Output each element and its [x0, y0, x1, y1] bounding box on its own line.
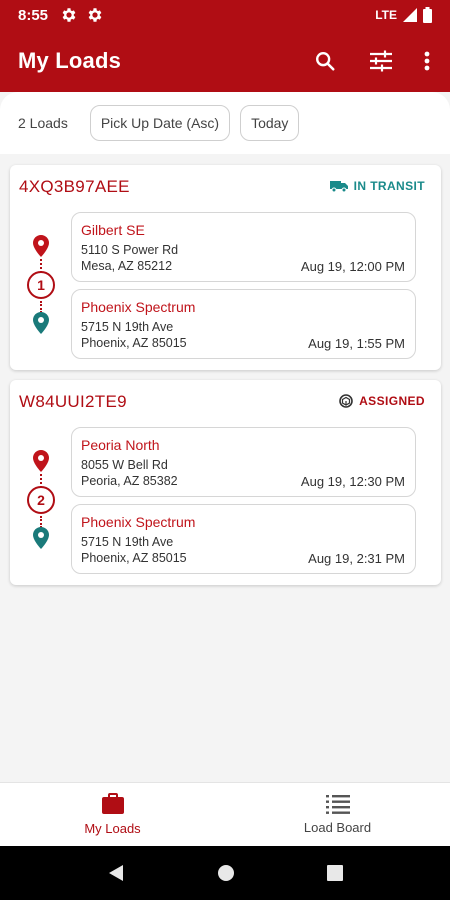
system-navigation-bar	[0, 846, 450, 900]
truck-icon	[329, 181, 348, 192]
list-icon	[325, 795, 350, 814]
dropoff-stop[interactable]: Phoenix Spectrum 5715 N 19th Ave Phoenix…	[71, 504, 416, 574]
battery-icon	[423, 7, 432, 23]
stop-name: Phoenix Spectrum	[81, 299, 196, 315]
stop-city: Peoria, AZ 85382	[81, 474, 178, 488]
stop-address: 5715 N 19th Ave	[81, 535, 174, 549]
nav-my-loads[interactable]: My Loads	[0, 783, 225, 846]
stop-time: Aug 19, 12:00 PM	[300, 259, 405, 274]
status-time: 8:55	[18, 6, 49, 24]
recents-icon[interactable]	[327, 865, 343, 881]
status-text: ASSIGNED	[359, 394, 425, 408]
page-title: My Loads	[18, 48, 122, 73]
briefcase-icon	[101, 793, 124, 814]
stop-city: Phoenix, AZ 85015	[81, 551, 187, 565]
stop-city: Mesa, AZ 85212	[81, 259, 173, 273]
stop-name: Peoria North	[81, 437, 160, 453]
more-vert-icon[interactable]	[422, 48, 432, 74]
stop-time: Aug 19, 12:30 PM	[300, 474, 405, 489]
date-chip[interactable]: Today	[240, 105, 300, 141]
stop-address: 5715 N 19th Ave	[81, 320, 174, 334]
load-card[interactable]: W84UUI2TE9 ASSIGNED 2 Peoria North 8055 …	[10, 380, 441, 585]
stop-address: 8055 W Bell Rd	[81, 458, 168, 472]
stop-name: Gilbert SE	[81, 222, 145, 238]
pickup-stop[interactable]: Peoria North 8055 W Bell Rd Peoria, AZ 8…	[71, 427, 416, 497]
nav-load-board[interactable]: Load Board	[225, 783, 450, 846]
network-label: LTE	[375, 8, 397, 22]
stop-address: 5110 S Power Rd	[81, 243, 179, 257]
sort-chip[interactable]: Pick Up Date (Asc)	[89, 105, 231, 141]
filter-sliders-icon[interactable]	[368, 48, 394, 74]
settings-gear-icon-2	[88, 8, 102, 22]
nav-load-board-label: Load Board	[303, 820, 372, 835]
load-id: 4XQ3B97AEE	[19, 177, 130, 196]
signal-icon	[403, 8, 417, 22]
pickup-pin-icon	[33, 450, 49, 472]
filter-bar: 2 Loads Pick Up Date (Asc) Today	[0, 92, 450, 154]
status-text: IN TRANSIT	[353, 179, 425, 193]
load-id: W84UUI2TE9	[19, 392, 127, 411]
search-icon[interactable]	[312, 48, 338, 74]
stop-count-circle: 2	[27, 486, 55, 514]
stop-count-circle: 1	[27, 271, 55, 299]
status-badge: ASSIGNED	[339, 394, 425, 408]
stop-time: Aug 19, 1:55 PM	[308, 336, 405, 351]
loads-count: 2 Loads	[18, 115, 68, 131]
package-icon	[339, 394, 353, 408]
status-bar: 8:55 LTE	[0, 0, 450, 30]
back-icon[interactable]	[107, 864, 125, 882]
pickup-pin-icon	[33, 235, 49, 257]
stop-city: Phoenix, AZ 85015	[81, 336, 187, 350]
home-icon[interactable]	[217, 864, 235, 882]
stop-time: Aug 19, 2:31 PM	[308, 551, 405, 566]
settings-gear-icon	[62, 8, 76, 22]
status-indicators: LTE	[375, 7, 432, 23]
status-badge: IN TRANSIT	[329, 179, 425, 193]
load-card[interactable]: 4XQ3B97AEE IN TRANSIT 1 Gilbert SE 5110 …	[10, 165, 441, 370]
dropoff-stop[interactable]: Phoenix Spectrum 5715 N 19th Ave Phoenix…	[71, 289, 416, 359]
app-bar: My Loads	[0, 30, 450, 92]
pickup-stop[interactable]: Gilbert SE 5110 S Power Rd Mesa, AZ 8521…	[71, 212, 416, 282]
stop-name: Phoenix Spectrum	[81, 514, 196, 530]
nav-my-loads-label: My Loads	[84, 821, 141, 836]
bottom-navigation: My Loads Load Board	[0, 782, 450, 846]
dropoff-pin-icon	[33, 527, 49, 549]
dropoff-pin-icon	[33, 312, 49, 334]
